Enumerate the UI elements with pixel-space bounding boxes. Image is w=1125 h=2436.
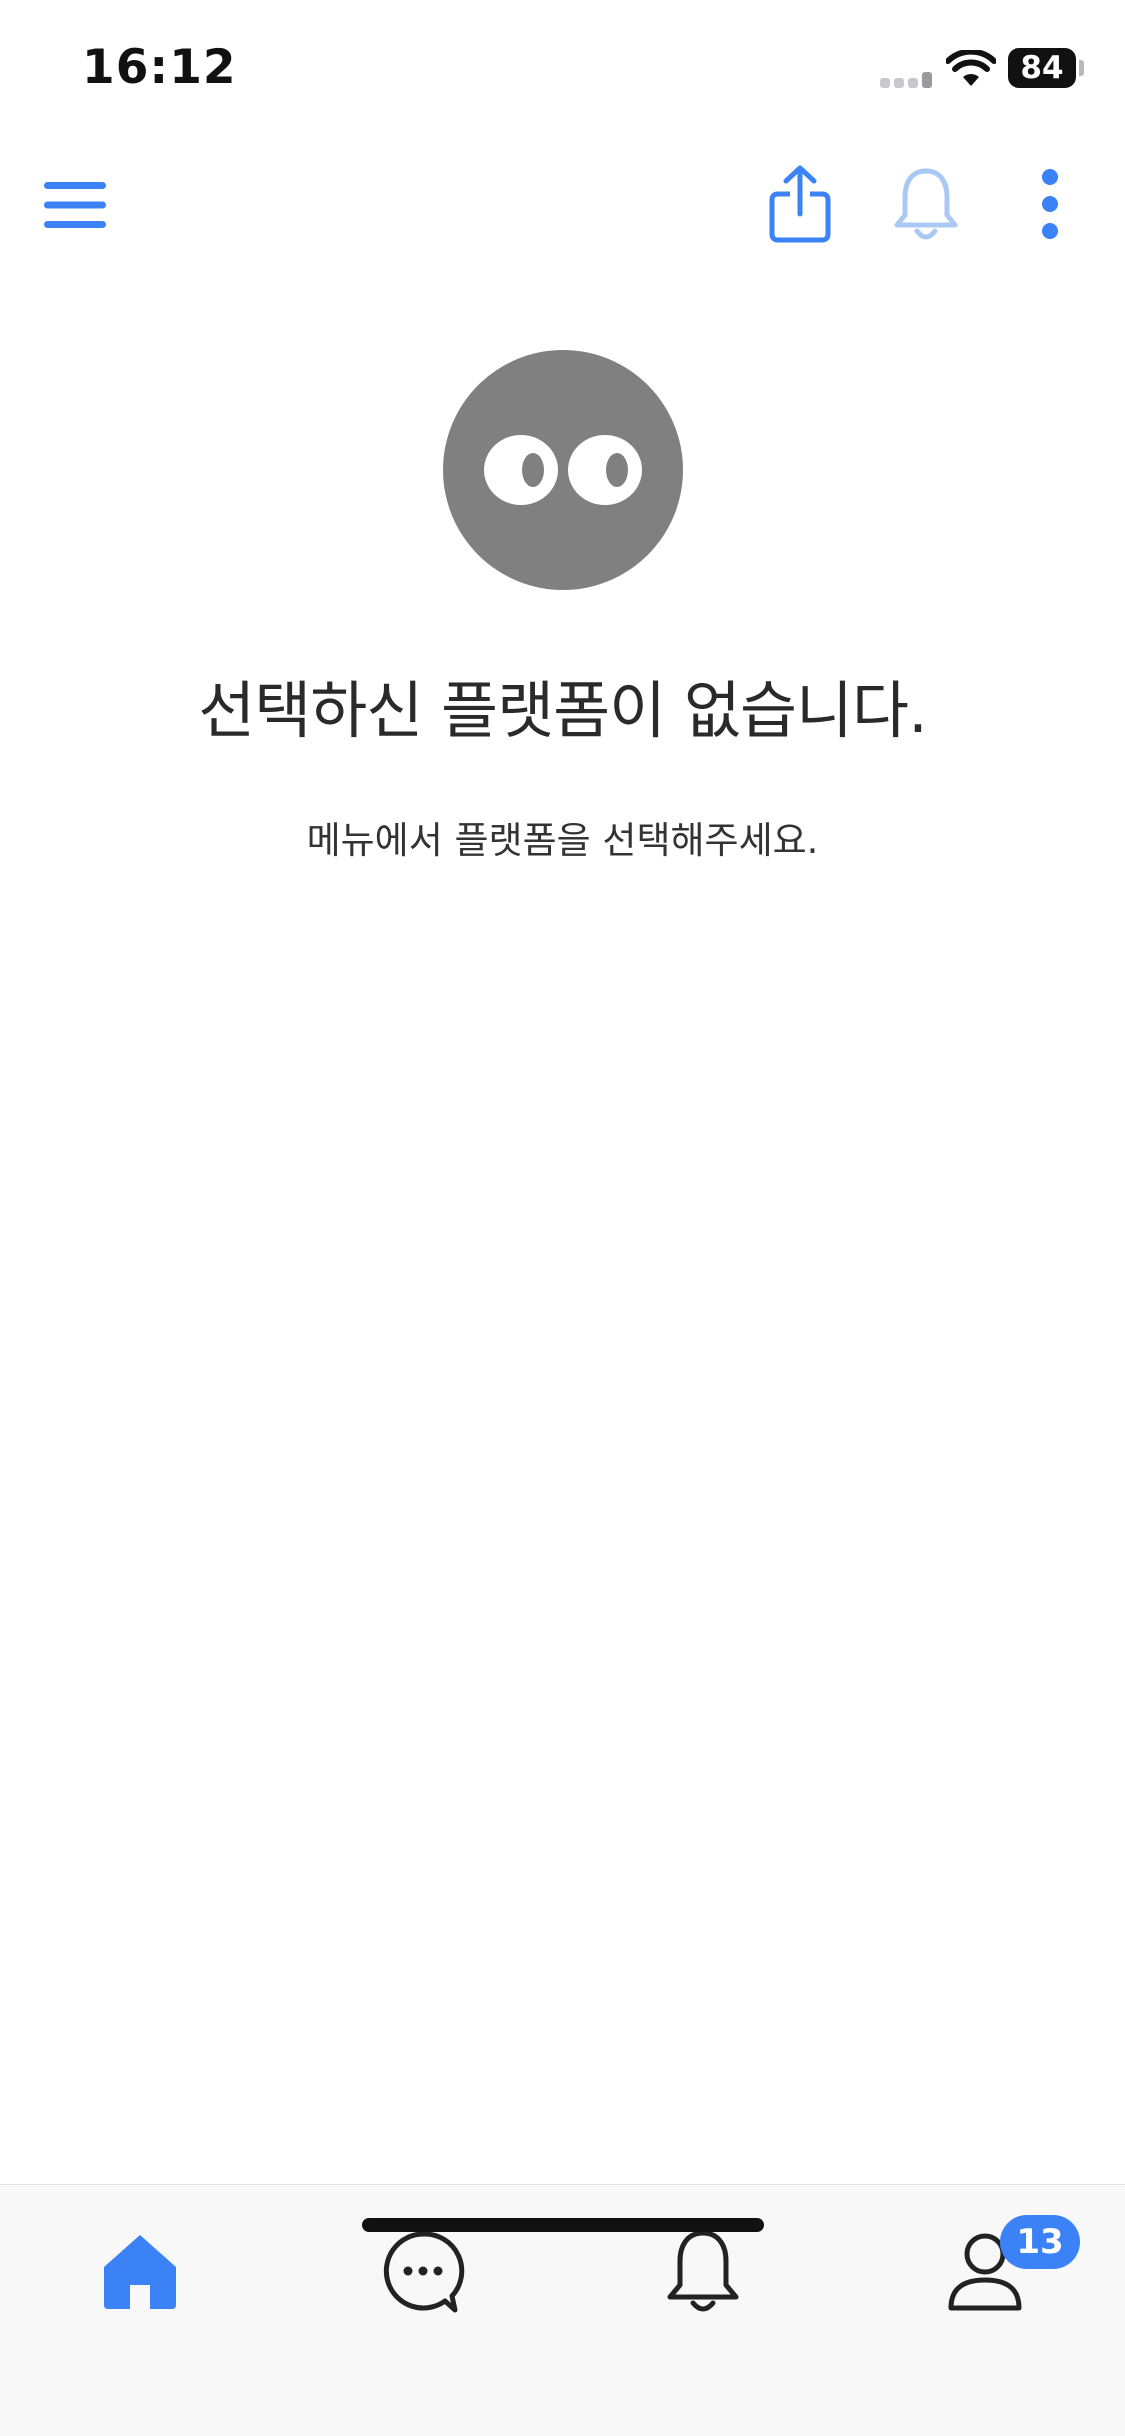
tab-chat[interactable] <box>363 2217 483 2327</box>
wifi-icon <box>946 50 996 86</box>
chat-icon <box>383 2231 465 2313</box>
profile-badge: 13 <box>1000 2215 1080 2269</box>
top-app-bar <box>0 140 1125 270</box>
empty-state-subtitle: 메뉴에서 플랫폼을 선택해주세요. <box>306 819 819 862</box>
share-icon <box>769 165 831 243</box>
eyes-face-icon <box>443 350 683 590</box>
empty-state-title: 선택하신 플랫폼이 없습니다. <box>198 674 928 747</box>
battery-tip <box>1079 60 1084 76</box>
status-time: 16:12 <box>82 40 237 95</box>
more-options-button[interactable] <box>1010 154 1090 254</box>
tab-home[interactable] <box>80 2217 200 2327</box>
hamburger-menu-icon <box>44 182 106 228</box>
menu-button[interactable] <box>30 160 120 250</box>
app-screen: 16:12 84 선택하신 플랫폼이 없습니다. 메뉴에서 플랫폼을 선택해주세… <box>0 0 1125 2436</box>
cellular-signal-icon <box>880 70 936 88</box>
bell-icon <box>667 2230 739 2312</box>
home-icon <box>104 2235 176 2309</box>
battery-level: 84 <box>1008 48 1076 88</box>
home-indicator <box>362 2218 764 2232</box>
notifications-button[interactable] <box>876 154 976 254</box>
tab-notifications[interactable] <box>643 2217 763 2327</box>
status-bar: 16:12 84 <box>0 0 1125 140</box>
more-vertical-icon <box>1042 169 1058 239</box>
bell-icon <box>894 168 958 240</box>
share-button[interactable] <box>750 154 850 254</box>
